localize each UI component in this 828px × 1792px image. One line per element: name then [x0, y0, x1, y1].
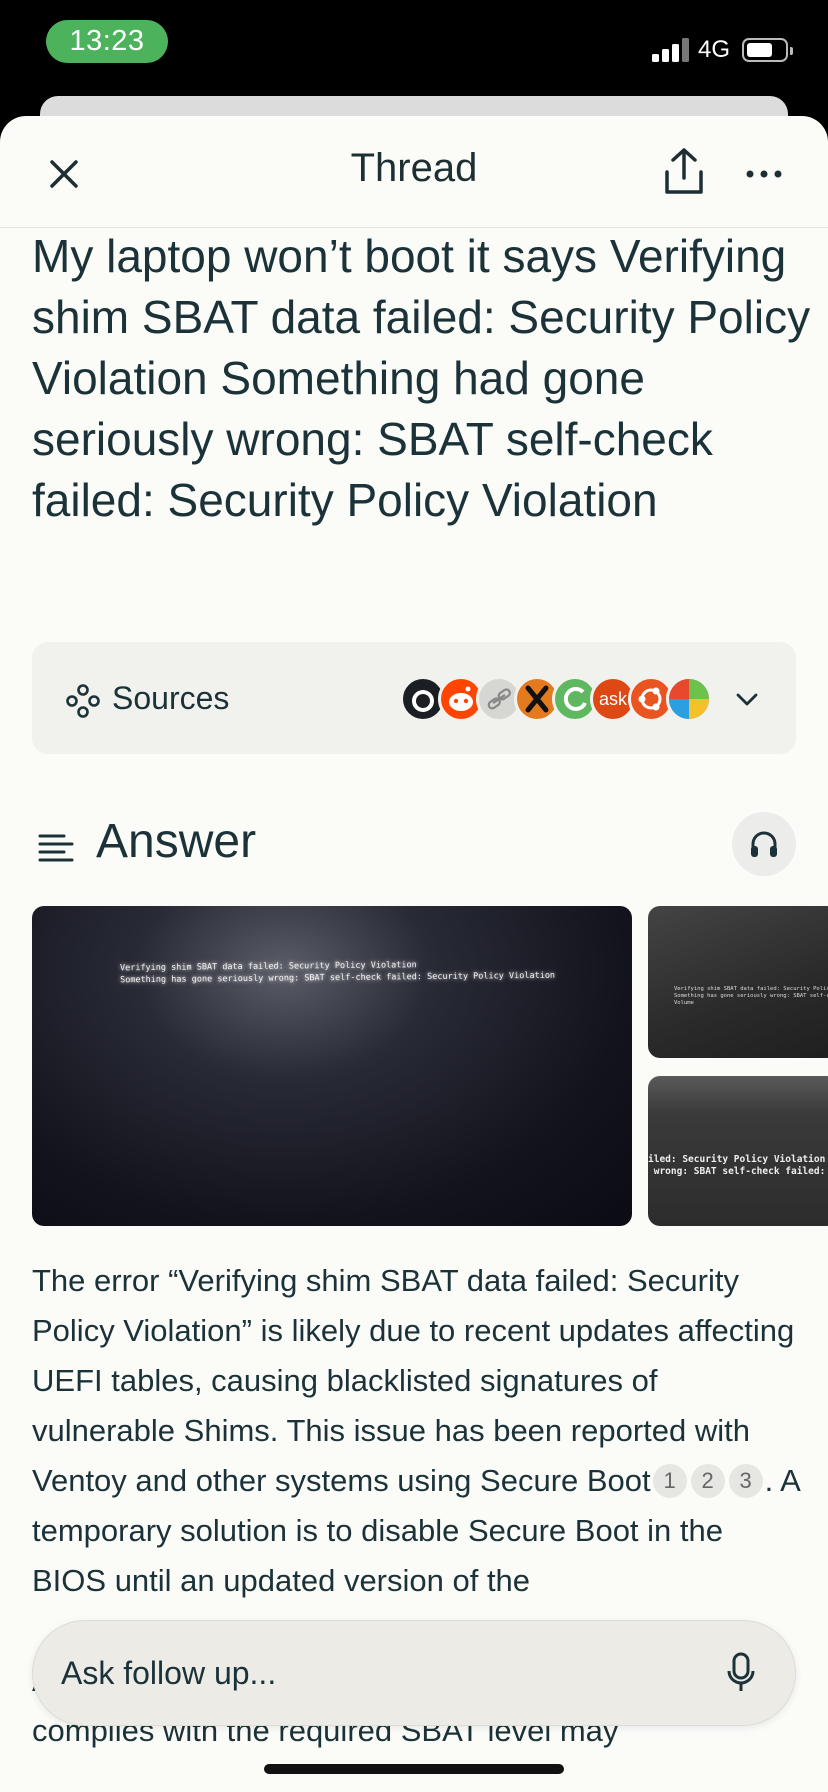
- answer-heading: Answer: [96, 815, 257, 868]
- image-screen-text: iled: Security Policy Violation wrong: S…: [648, 1154, 826, 1177]
- ask-placeholder: Ask follow up...: [61, 1655, 277, 1691]
- sources-icon: [66, 684, 100, 718]
- question-text: My laptop won’t boot it says Verifying s…: [32, 230, 811, 526]
- citation-badge[interactable]: 1: [652, 1464, 687, 1498]
- share-icon[interactable]: [662, 146, 706, 198]
- sources-label: Sources: [112, 680, 230, 716]
- headphones-icon: [751, 831, 777, 857]
- ask-follow-up-input[interactable]: Ask follow up...: [32, 1620, 796, 1726]
- answer-icon: [38, 834, 74, 862]
- microphone-icon[interactable]: [725, 1651, 757, 1695]
- nav-bar: Thread: [0, 116, 828, 228]
- answer-image-tertiary[interactable]: iled: Security Policy Violation wrong: S…: [648, 1076, 828, 1226]
- answer-image-secondary[interactable]: Verifying shim SBAT data failed: Securit…: [648, 906, 828, 1058]
- chevron-down-icon[interactable]: [732, 684, 762, 714]
- source-favicons: ask: [400, 676, 750, 722]
- answer-image-main[interactable]: Verifying shim SBAT data failed: Securit…: [32, 906, 632, 1226]
- status-time: 13:23: [46, 20, 168, 63]
- listen-button[interactable]: [732, 812, 796, 876]
- windows-icon: [666, 676, 712, 722]
- answer-text-part: The error “Verifying shim SBAT data fail…: [32, 1263, 795, 1498]
- image-screen-text: Verifying shim SBAT data failed: Securit…: [119, 960, 556, 986]
- citation-badge[interactable]: 2: [690, 1464, 725, 1498]
- network-label: 4G: [698, 36, 731, 63]
- signal-icon: [652, 38, 690, 62]
- battery-icon: [742, 38, 793, 62]
- thread-sheet: Thread My laptop won’t boot it says Veri…: [0, 116, 828, 1792]
- more-icon[interactable]: [744, 156, 784, 192]
- status-bar: 13:23 4G: [0, 0, 828, 100]
- home-indicator: [264, 1764, 564, 1774]
- citation-badge[interactable]: 3: [728, 1464, 763, 1498]
- image-screen-text: Verifying shim SBAT data failed: Securit…: [674, 986, 828, 1006]
- sources-card[interactable]: Sources ask: [32, 642, 796, 754]
